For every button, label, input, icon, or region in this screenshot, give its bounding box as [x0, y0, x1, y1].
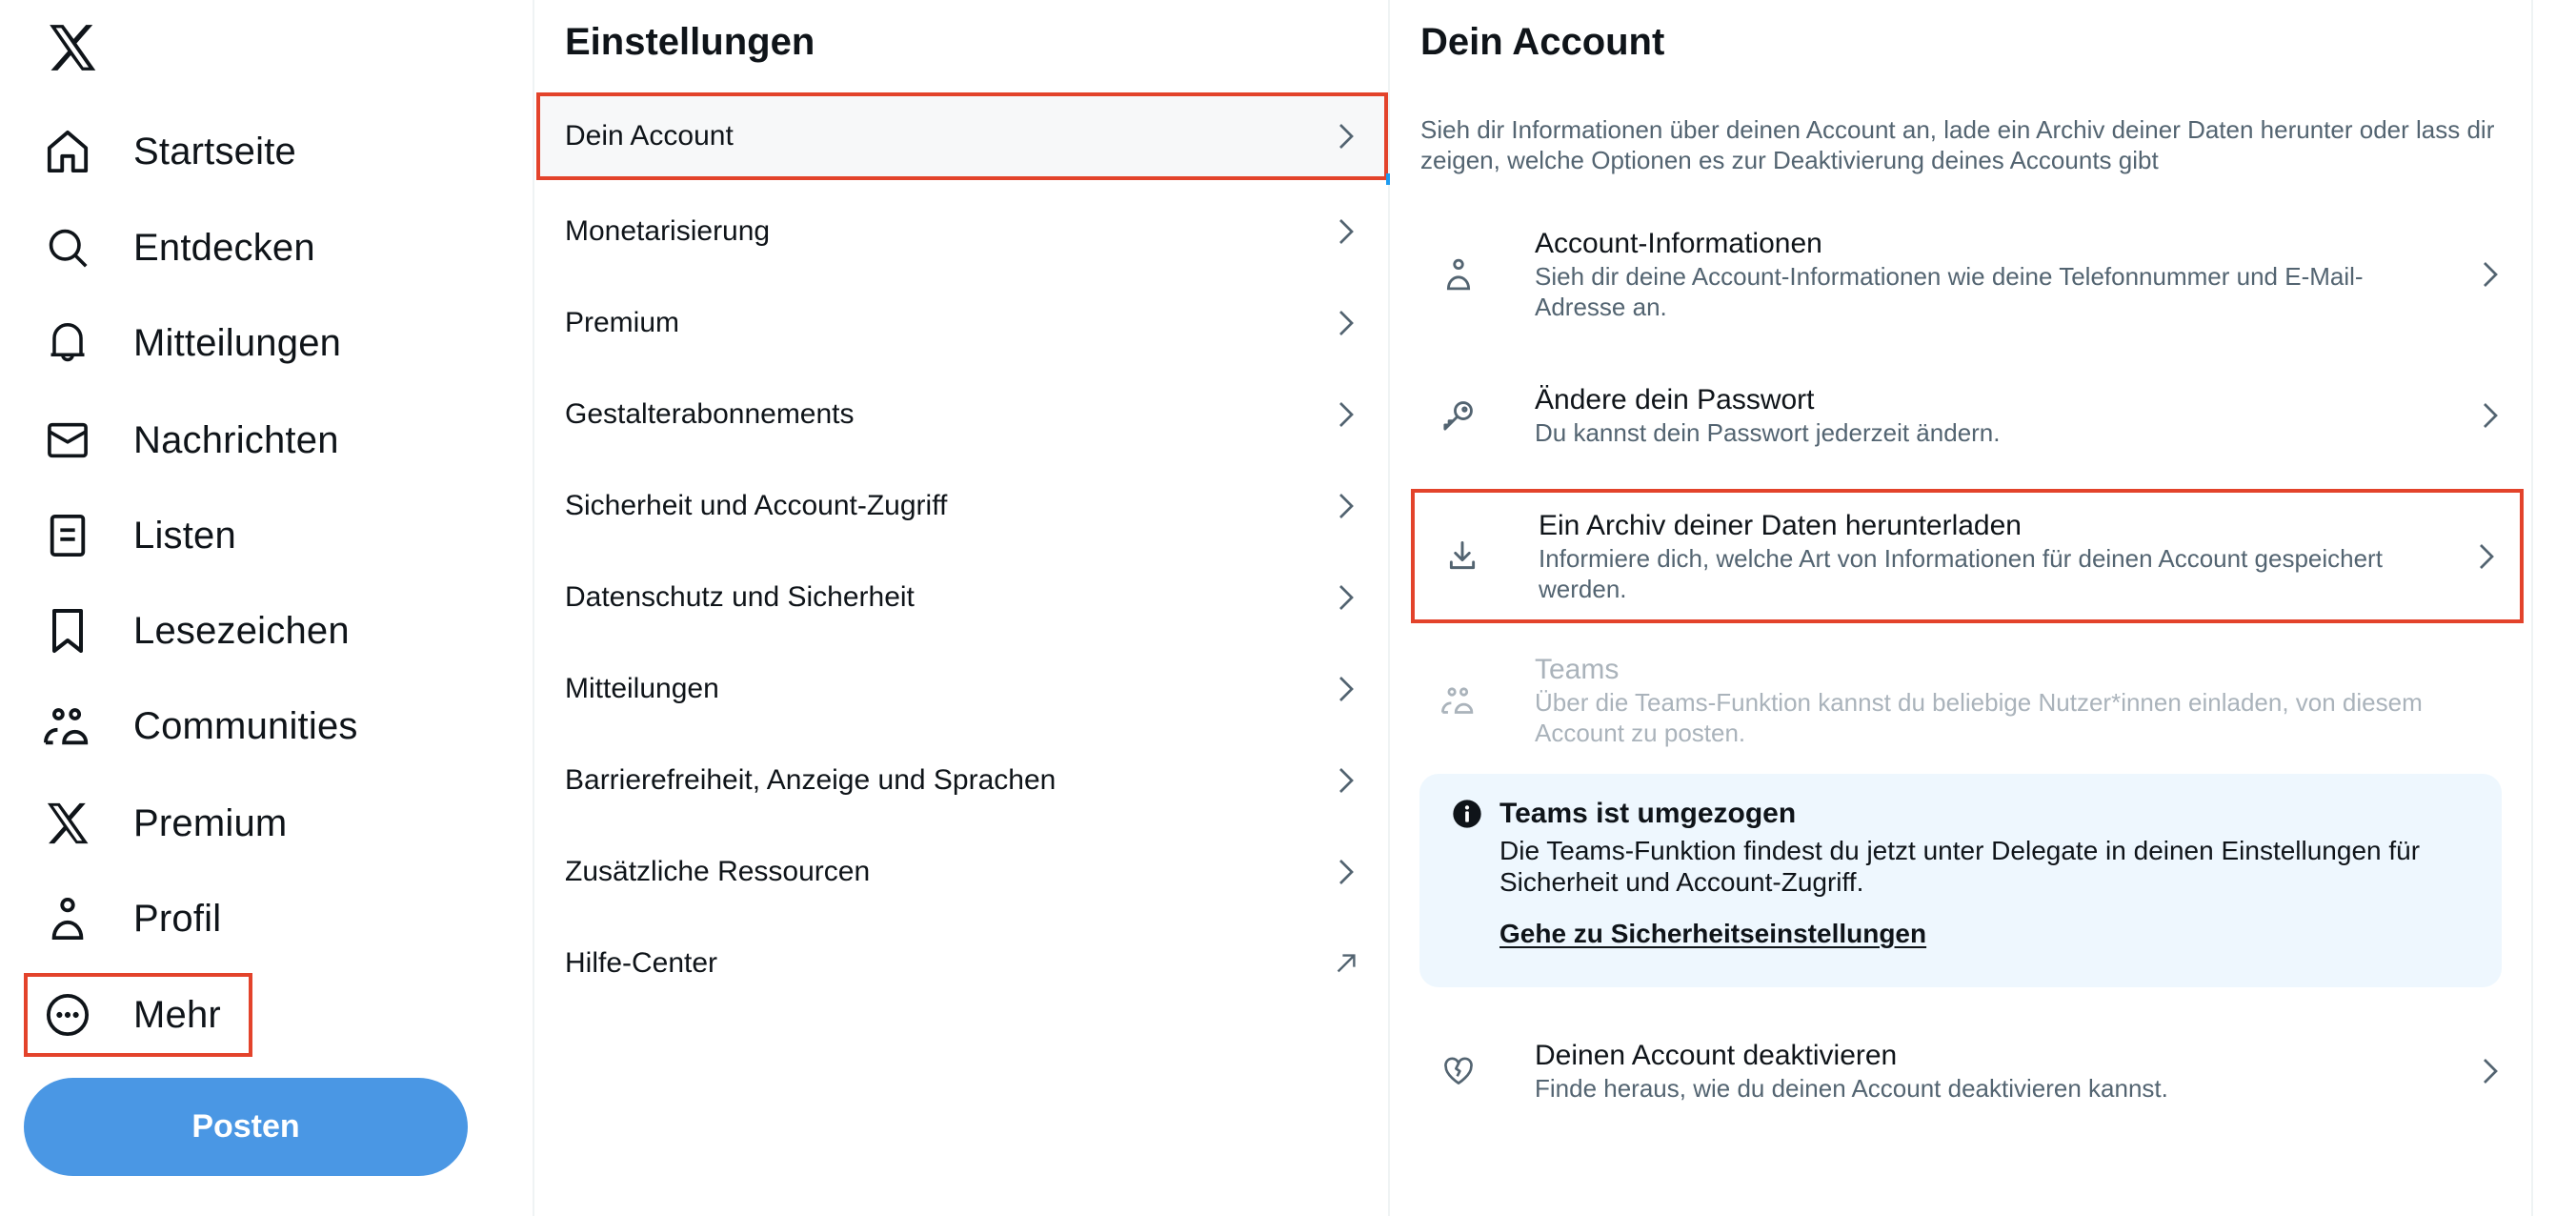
chevron-right-icon	[1335, 857, 1358, 887]
person-icon	[44, 895, 91, 942]
settings-item-label: Barrierefreiheit, Anzeige und Sprachen	[565, 764, 1057, 796]
chevron-right-icon	[1335, 308, 1358, 338]
nav-communities[interactable]: Communities	[24, 684, 500, 768]
nav-messages[interactable]: Nachrichten	[24, 398, 500, 482]
account-item-description: Finde heraus, wie du deinen Account deak…	[1535, 1074, 2168, 1103]
nav-bookmarks-label: Lesezeichen	[133, 609, 350, 652]
settings-item-label: Gestalterabonnements	[565, 398, 855, 430]
bookmark-icon	[44, 607, 91, 655]
chevron-right-icon	[1335, 216, 1358, 247]
nav-profile[interactable]: Profil	[24, 877, 500, 961]
nav-profile-label: Profil	[133, 897, 222, 940]
settings-item-label: Zusätzliche Ressourcen	[565, 856, 871, 887]
settings-item-label: Sicherheit und Account-Zugriff	[565, 490, 948, 521]
nav-explore-label: Entdecken	[133, 226, 315, 269]
settings-item-notifications[interactable]: Mitteilungen	[536, 645, 1388, 733]
settings-item-help-center[interactable]: Hilfe-Center	[536, 920, 1388, 1007]
chevron-right-icon	[1335, 765, 1358, 796]
chevron-right-icon	[2453, 542, 2520, 571]
info-icon	[1452, 799, 1482, 829]
settings-item-label: Premium	[565, 307, 680, 338]
go-to-security-settings-link[interactable]: Gehe zu Sicherheitseinstellungen	[1499, 919, 1926, 949]
account-item-description: Informiere dich, welche Art von Informat…	[1539, 543, 2383, 603]
chevron-right-icon	[2457, 401, 2524, 430]
account-item-title: Ein Archiv deiner Daten herunterladen	[1539, 509, 2022, 541]
nav-premium-label: Premium	[133, 801, 288, 844]
nav-explore[interactable]: Entdecken	[24, 206, 500, 290]
external-link-arrow-icon	[1335, 948, 1358, 979]
notice-body: Die Teams-Funktion findest du jetzt unte…	[1499, 836, 2421, 897]
settings-item-your-account[interactable]: Dein Account	[536, 92, 1388, 180]
chevron-right-icon	[1335, 121, 1358, 152]
chevron-right-icon	[1335, 491, 1358, 521]
account-item-account-information[interactable]: Account-Informationen Sieh dir deine Acc…	[1411, 206, 2524, 343]
nav-lists[interactable]: Listen	[24, 494, 500, 578]
primary-navigation: Startseite Entdecken Mitteilungen Nachri…	[0, 0, 533, 1216]
settings-item-premium[interactable]: Premium	[536, 279, 1388, 367]
account-description: Sieh dir Informationen über deinen Accou…	[1420, 115, 2495, 174]
nav-messages-label: Nachrichten	[133, 418, 339, 461]
settings-item-label: Monetarisierung	[565, 215, 771, 247]
account-title: Dein Account	[1420, 21, 1665, 63]
chevron-right-icon	[1335, 674, 1358, 704]
settings-item-privacy-safety[interactable]: Datenschutz und Sicherheit	[536, 554, 1388, 641]
account-item-title: Teams	[1535, 654, 1620, 685]
account-item-title: Ändere dein Passwort	[1535, 384, 1815, 415]
settings-item-label: Hilfe-Center	[565, 947, 718, 979]
settings-item-label: Datenschutz und Sicherheit	[565, 581, 915, 613]
nav-notifications-label: Mitteilungen	[133, 321, 342, 364]
search-icon	[44, 224, 91, 272]
account-item-teams: Teams Über die Teams-Funktion kannst du …	[1411, 638, 2524, 762]
nav-more-label: Mehr	[133, 993, 221, 1036]
nav-premium[interactable]: Premium	[24, 781, 500, 865]
settings-item-accessibility-display-languages[interactable]: Barrierefreiheit, Anzeige und Sprachen	[536, 737, 1388, 824]
settings-item-monetization[interactable]: Monetarisierung	[536, 188, 1388, 275]
settings-title: Einstellungen	[565, 21, 815, 63]
person-icon	[1411, 258, 1506, 291]
account-panel: Dein Account Sieh dir Informationen über…	[1390, 0, 2533, 1216]
x-logo-icon	[44, 800, 91, 847]
home-icon	[44, 128, 91, 175]
x-logo-icon[interactable]	[44, 21, 101, 74]
chevron-right-icon	[1335, 399, 1358, 430]
nav-communities-label: Communities	[133, 704, 358, 747]
settings-item-security-account-access[interactable]: Sicherheit und Account-Zugriff	[536, 462, 1388, 550]
settings-item-label: Mitteilungen	[565, 673, 719, 704]
nav-home[interactable]: Startseite	[24, 110, 500, 193]
nav-notifications[interactable]: Mitteilungen	[24, 301, 500, 385]
mail-icon	[44, 416, 91, 464]
nav-home-label: Startseite	[133, 130, 296, 172]
chevron-right-icon	[2457, 1057, 2524, 1085]
account-item-title: Deinen Account deaktivieren	[1535, 1040, 1898, 1071]
post-button[interactable]: Posten	[24, 1078, 468, 1176]
broken-heart-icon	[1411, 1057, 1506, 1085]
account-item-description: Über die Teams-Funktion kannst du belieb…	[1535, 688, 2423, 747]
account-item-title: Account-Informationen	[1535, 228, 1822, 259]
account-item-download-archive[interactable]: Ein Archiv deiner Daten herunterladen In…	[1411, 489, 2524, 623]
communities-icon	[44, 702, 91, 750]
list-icon	[44, 512, 91, 559]
bell-icon	[44, 319, 91, 367]
more-circle-icon	[44, 991, 91, 1039]
settings-panel: Einstellungen Dein Account Monetarisieru…	[533, 0, 1390, 1216]
settings-item-label: Dein Account	[565, 120, 734, 152]
nav-more[interactable]: Mehr	[24, 973, 252, 1057]
chevron-right-icon	[1335, 582, 1358, 613]
key-icon	[1411, 399, 1506, 432]
nav-bookmarks[interactable]: Lesezeichen	[24, 589, 500, 673]
account-item-change-password[interactable]: Ändere dein Passwort Du kannst dein Pass…	[1411, 362, 2524, 469]
account-item-description: Du kannst dein Passwort jederzeit ändern…	[1535, 418, 2001, 447]
account-item-deactivate[interactable]: Deinen Account deaktivieren Finde heraus…	[1411, 1018, 2524, 1125]
notice-title: Teams ist umgezogen	[1499, 798, 1797, 829]
chevron-right-icon	[2457, 260, 2524, 289]
communities-icon	[1411, 686, 1506, 715]
download-icon	[1415, 540, 1510, 572]
nav-lists-label: Listen	[133, 514, 236, 557]
settings-item-creator-subscriptions[interactable]: Gestalterabonnements	[536, 371, 1388, 458]
settings-item-additional-resources[interactable]: Zusätzliche Ressourcen	[536, 828, 1388, 916]
teams-moved-notice: Teams ist umgezogen Die Teams-Funktion f…	[1419, 774, 2502, 987]
account-item-description: Sieh dir deine Account-Informationen wie…	[1535, 262, 2364, 321]
